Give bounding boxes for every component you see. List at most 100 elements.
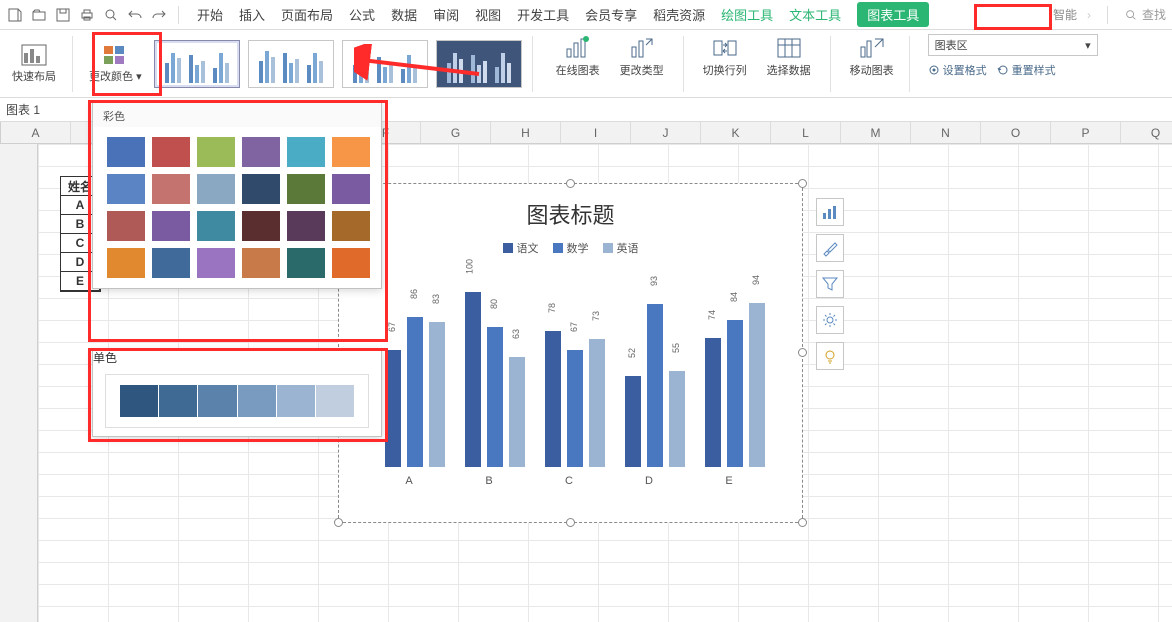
bar[interactable]: 63	[509, 357, 525, 467]
column-header[interactable]: H	[491, 122, 561, 143]
color-swatch[interactable]	[197, 137, 235, 167]
legend-item[interactable]: 英语	[603, 240, 639, 256]
bar[interactable]: 55	[669, 371, 685, 467]
tab-chart-tools[interactable]: 图表工具	[857, 2, 929, 27]
color-swatch[interactable]	[107, 211, 145, 241]
color-swatch[interactable]	[287, 211, 325, 241]
column-header[interactable]: A	[1, 122, 71, 143]
column-header[interactable]: N	[911, 122, 981, 143]
color-swatch[interactable]	[107, 174, 145, 204]
mono-swatch[interactable]	[159, 385, 197, 417]
switch-rowcol-button[interactable]: 切换行列	[698, 34, 752, 78]
tab-insert[interactable]: 插入	[239, 5, 265, 24]
bar[interactable]: 73	[589, 339, 605, 467]
color-swatch[interactable]	[242, 174, 280, 204]
color-swatch[interactable]	[332, 211, 370, 241]
mono-swatch[interactable]	[238, 385, 276, 417]
resize-handle[interactable]	[566, 518, 575, 527]
color-swatch[interactable]	[152, 174, 190, 204]
undo-icon[interactable]	[126, 6, 144, 24]
resize-handle[interactable]	[798, 348, 807, 357]
column-header[interactable]: G	[421, 122, 491, 143]
bar[interactable]: 52	[625, 376, 641, 467]
search-box[interactable]: 查找	[1124, 6, 1166, 23]
color-swatch[interactable]	[242, 248, 280, 278]
redo-icon[interactable]	[150, 6, 168, 24]
resize-handle[interactable]	[798, 179, 807, 188]
legend-item[interactable]: 语文	[503, 240, 539, 256]
mono-swatch[interactable]	[120, 385, 158, 417]
change-color-button[interactable]: 更改颜色 ▾	[83, 34, 148, 94]
tab-layout[interactable]: 页面布局	[281, 5, 333, 24]
color-swatch[interactable]	[197, 248, 235, 278]
tab-dev[interactable]: 开发工具	[517, 5, 569, 24]
save-icon[interactable]	[54, 6, 72, 24]
chart-style-3[interactable]	[342, 40, 428, 88]
column-header[interactable]: L	[771, 122, 841, 143]
color-swatch[interactable]	[152, 137, 190, 167]
online-chart-button[interactable]: 在线图表	[551, 34, 605, 78]
chart-filter-button[interactable]	[816, 270, 844, 298]
chart-elements-button[interactable]	[816, 198, 844, 226]
column-header[interactable]: P	[1051, 122, 1121, 143]
chart-style-4[interactable]	[436, 40, 522, 88]
tab-draw[interactable]: 绘图工具	[721, 5, 773, 24]
color-swatch[interactable]	[332, 137, 370, 167]
reset-style-button[interactable]: 重置样式	[997, 62, 1056, 78]
bar[interactable]: 78	[545, 331, 561, 468]
set-format-button[interactable]: 设置格式	[928, 62, 987, 78]
column-header[interactable]: Q	[1121, 122, 1172, 143]
tab-review[interactable]: 审阅	[433, 5, 459, 24]
bar[interactable]: 93	[647, 304, 663, 467]
resize-handle[interactable]	[798, 518, 807, 527]
tab-start[interactable]: 开始	[197, 5, 223, 24]
color-swatch[interactable]	[287, 248, 325, 278]
column-header[interactable]: K	[701, 122, 771, 143]
color-swatch[interactable]	[107, 248, 145, 278]
tab-formula[interactable]: 公式	[349, 5, 375, 24]
column-header[interactable]: I	[561, 122, 631, 143]
color-swatch[interactable]	[242, 137, 280, 167]
column-header[interactable]: J	[631, 122, 701, 143]
bar[interactable]: 83	[429, 322, 445, 467]
chart-plot-area[interactable]: 678683A1008063B786773C529355D748494E	[375, 272, 778, 487]
chart-area-select[interactable]: 图表区 ▾	[928, 34, 1098, 56]
color-swatch[interactable]	[287, 174, 325, 204]
mono-swatch[interactable]	[198, 385, 236, 417]
tab-text[interactable]: 文本工具	[789, 5, 841, 24]
chart-brush-button[interactable]	[816, 234, 844, 262]
bar[interactable]: 67	[567, 350, 583, 467]
tab-member[interactable]: 会员专享	[585, 5, 637, 24]
open-icon[interactable]	[30, 6, 48, 24]
preview-icon[interactable]	[102, 6, 120, 24]
chart-title[interactable]: 图表标题	[339, 198, 802, 230]
mono-color-panel[interactable]: 单色	[92, 349, 382, 437]
color-swatch[interactable]	[197, 211, 235, 241]
resize-handle[interactable]	[566, 179, 575, 188]
select-data-button[interactable]: 选择数据	[762, 34, 816, 78]
bar[interactable]: 80	[487, 327, 503, 467]
tab-view[interactable]: 视图	[475, 5, 501, 24]
resize-handle[interactable]	[334, 518, 343, 527]
bar[interactable]: 100	[465, 292, 481, 467]
bar[interactable]: 67	[385, 350, 401, 467]
mono-swatch[interactable]	[277, 385, 315, 417]
color-dropdown[interactable]: 彩色	[92, 102, 382, 289]
column-header[interactable]: M	[841, 122, 911, 143]
legend-item[interactable]: 数学	[553, 240, 589, 256]
new-icon[interactable]	[6, 6, 24, 24]
chart-object[interactable]: 图表标题 语文数学英语 678683A1008063B786773C529355…	[338, 183, 803, 523]
name-box[interactable]: 图表 1	[6, 101, 40, 118]
bar[interactable]: 74	[705, 338, 721, 468]
color-swatch[interactable]	[332, 248, 370, 278]
chart-settings-button[interactable]	[816, 306, 844, 334]
color-swatch[interactable]	[152, 211, 190, 241]
move-chart-button[interactable]: 移动图表	[845, 34, 899, 78]
quick-layout-button[interactable]: 快速布局	[6, 34, 62, 94]
chart-style-2[interactable]	[248, 40, 334, 88]
bar[interactable]: 86	[407, 317, 423, 468]
color-swatch[interactable]	[287, 137, 325, 167]
color-swatch[interactable]	[332, 174, 370, 204]
color-swatch[interactable]	[242, 211, 280, 241]
tab-data[interactable]: 数据	[391, 5, 417, 24]
